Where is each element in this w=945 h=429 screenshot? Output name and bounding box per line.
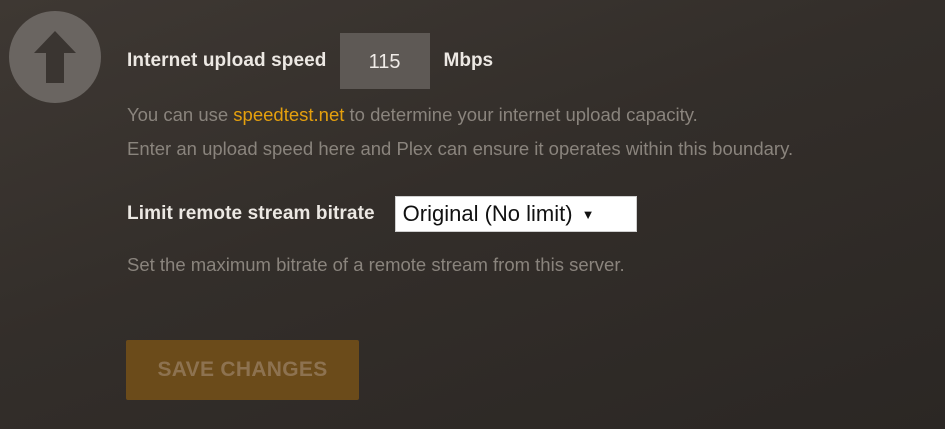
upload-arrow-icon [9,11,101,103]
bitrate-select[interactable]: Original (No limit) ▼ [394,196,637,232]
bitrate-row: Limit remote stream bitrate Original (No… [127,196,637,232]
bitrate-label: Limit remote stream bitrate [127,203,375,224]
upload-speed-label: Internet upload speed [127,50,327,71]
upload-help-prefix: You can use [127,104,234,125]
speedtest-link[interactable]: speedtest.net [233,104,344,125]
upload-speed-input[interactable] [339,33,430,89]
upload-help-suffix: to determine your internet upload capaci… [344,104,698,125]
upload-speed-unit: Mbps [443,50,494,71]
upload-boundary-help: Enter an upload speed here and Plex can … [127,138,794,159]
upload-speed-row: Internet upload speed Mbps [127,33,493,89]
dropdown-arrow-icon: ▼ [581,206,595,222]
bitrate-help-text: Set the maximum bitrate of a remote stre… [127,254,625,275]
bitrate-selected-value: Original (No limit) [402,201,573,226]
upload-help-text: You can use speedtest.net to determine y… [127,104,698,126]
arrow-up-icon [34,31,76,83]
save-changes-button[interactable]: SAVE CHANGES [126,340,359,400]
